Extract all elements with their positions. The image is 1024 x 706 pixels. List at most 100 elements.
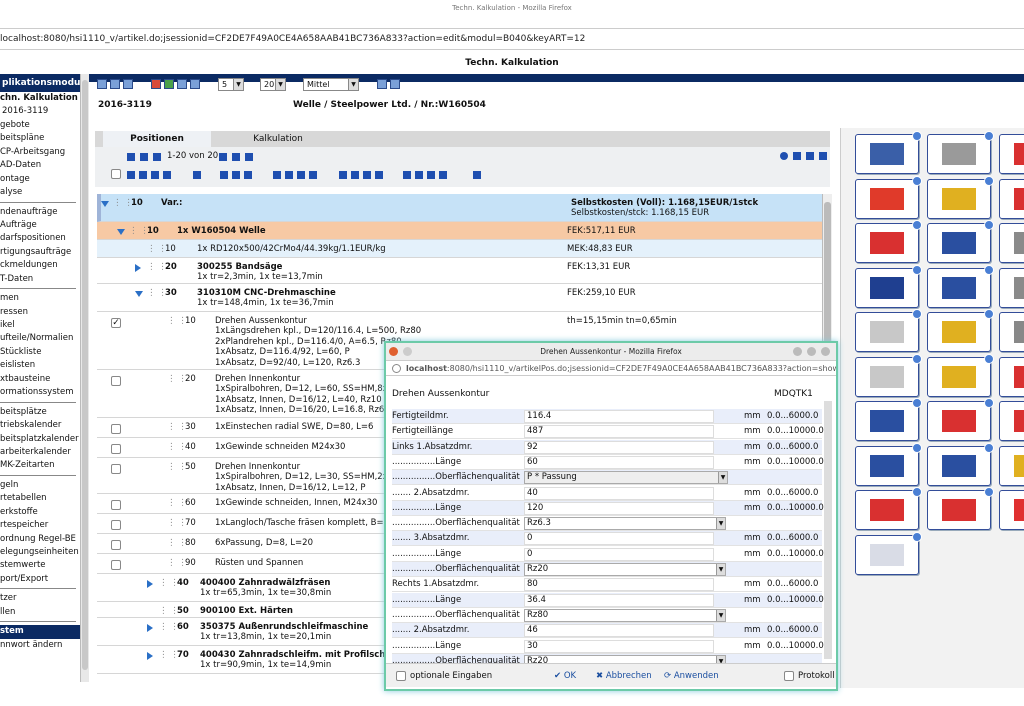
field-select[interactable]: Rz80 ▼ xyxy=(524,608,726,622)
row-checkbox[interactable] xyxy=(111,520,121,530)
url-bar[interactable]: localhost:8080/hsi1110_v/artikel.do;jses… xyxy=(0,28,1024,50)
sidebar-item[interactable]: eislisten xyxy=(0,359,80,372)
sidebar-item-selected[interactable]: stem xyxy=(0,625,80,639)
operation-tile[interactable] xyxy=(855,442,922,486)
tab-positionen[interactable]: Positionen xyxy=(103,131,211,147)
field-select[interactable]: Rz6.3 ▼ xyxy=(524,517,726,531)
table-row[interactable]: ⋮ ⋮ 20 300255 Bandsäge 1x tr=2,3min, 1x te=… xyxy=(97,258,822,284)
next-group-icon[interactable] xyxy=(232,153,240,161)
operation-tile[interactable] xyxy=(855,220,922,263)
row-checkbox[interactable]: ✓ xyxy=(111,318,121,328)
cancel-button[interactable]: ✖ Abbrechen xyxy=(596,664,652,688)
field-input[interactable]: 92 xyxy=(524,440,714,454)
drag-handle-icon[interactable]: ⋮ ⋮ xyxy=(167,538,187,549)
sidebar-item[interactable]: elegungseinheiten xyxy=(0,546,80,559)
operation-tile[interactable] xyxy=(999,267,1024,308)
move-up-icon[interactable] xyxy=(415,171,423,179)
field-select[interactable]: Rz20 ▼ xyxy=(524,563,726,576)
expand-icon[interactable] xyxy=(147,580,153,588)
sidebar-item[interactable]: ckmeldungen xyxy=(0,259,80,272)
operation-tile[interactable] xyxy=(855,398,922,441)
expand-icon[interactable] xyxy=(147,652,153,660)
move-down-icon[interactable] xyxy=(427,171,435,179)
field-select[interactable]: P * Passung ▼ xyxy=(524,471,728,485)
drag-handle-icon[interactable]: ⋮ ⋮ xyxy=(147,288,167,299)
info-icon[interactable] xyxy=(780,152,788,160)
sidebar-item[interactable]: tzer xyxy=(0,592,80,605)
sticky-icon[interactable] xyxy=(403,347,412,356)
sidebar-item[interactable]: ressen xyxy=(0,306,80,319)
sidebar-item[interactable]: nnwort ändern xyxy=(0,639,80,652)
print-icon[interactable] xyxy=(806,152,814,160)
operation-tile[interactable] xyxy=(999,178,1024,219)
sidebar-item[interactable]: ordnung Regel-BE xyxy=(0,533,80,546)
field-input[interactable]: 116.4 xyxy=(524,410,714,423)
ok-button[interactable]: ✔ OK xyxy=(554,664,576,688)
operation-tile[interactable] xyxy=(999,356,1024,397)
select-all-checkbox[interactable] xyxy=(111,169,121,179)
move-end-icon[interactable] xyxy=(439,171,447,179)
protocol-checkbox[interactable] xyxy=(784,671,794,681)
detail-icon[interactable] xyxy=(473,171,481,179)
field-input[interactable]: 0 xyxy=(524,547,714,561)
sidebar-item[interactable]: beitspläne xyxy=(0,132,80,145)
apply-button[interactable]: ⟳ Anwenden xyxy=(664,664,719,688)
table-row[interactable]: ⋮ ⋮ 10 1x W160504 Welle FEK:517,11 EUR xyxy=(97,222,822,240)
dialog-scrollbar[interactable] xyxy=(824,401,832,659)
save-close-icon[interactable] xyxy=(123,79,133,89)
drag-handle-icon[interactable]: ⋮ ⋮ xyxy=(113,198,133,209)
expand-icon[interactable] xyxy=(101,201,109,207)
sidebar-item[interactable]: chn. Kalkulation xyxy=(0,92,80,105)
sidebar-scrollbar[interactable] xyxy=(80,74,89,682)
sidebar-item[interactable]: darfspositionen xyxy=(0,232,80,245)
sidebar-item[interactable]: men xyxy=(0,292,80,305)
field-input[interactable]: 30 xyxy=(524,639,714,653)
scroll-thumb[interactable] xyxy=(82,80,88,670)
drag-handle-icon[interactable]: ⋮ ⋮ xyxy=(167,374,187,385)
operation-tile[interactable] xyxy=(855,309,922,352)
ruler-icon[interactable] xyxy=(363,171,371,179)
expand-icon[interactable] xyxy=(135,291,143,297)
drag-handle-icon[interactable]: ⋮ ⋮ xyxy=(167,518,187,529)
drag-handle-icon[interactable]: ⋮ ⋮ xyxy=(167,442,187,453)
operation-tile[interactable] xyxy=(855,487,922,530)
align-icon[interactable] xyxy=(403,171,411,179)
grid-icon[interactable] xyxy=(297,171,305,179)
chart-icon[interactable] xyxy=(339,171,347,179)
operation-tile[interactable] xyxy=(999,490,1024,530)
link-icon[interactable] xyxy=(244,171,252,179)
row-checkbox[interactable] xyxy=(111,560,121,570)
operation-tile[interactable] xyxy=(999,223,1024,263)
remove-icon[interactable] xyxy=(285,171,293,179)
sidebar-item[interactable]: rtigungsaufträge xyxy=(0,246,80,259)
sidebar-item[interactable]: T-Daten xyxy=(0,273,80,286)
table-icon[interactable] xyxy=(309,171,317,179)
field-input[interactable]: 60 xyxy=(524,455,714,469)
drag-handle-icon[interactable]: ⋮ ⋮ xyxy=(167,558,187,569)
sidebar-item[interactable]: geln xyxy=(0,479,80,492)
row-checkbox[interactable] xyxy=(111,464,121,474)
operation-tile[interactable] xyxy=(927,131,994,174)
minimize-button[interactable] xyxy=(793,347,802,356)
sidebar-item[interactable]: llen xyxy=(0,606,80,619)
operation-tile[interactable] xyxy=(927,398,994,441)
sidebar-item[interactable]: stemwerte xyxy=(0,559,80,572)
next-page-icon[interactable] xyxy=(219,153,227,161)
refresh-icon[interactable] xyxy=(377,79,387,89)
sidebar-item[interactable]: xtbausteine xyxy=(0,373,80,386)
prev-page-icon[interactable] xyxy=(153,153,161,161)
field-input[interactable]: 80 xyxy=(524,578,714,592)
operation-tile[interactable] xyxy=(855,175,922,219)
sidebar-item[interactable]: 2016-3119 xyxy=(0,105,80,118)
sidebar-item[interactable]: AD-Daten xyxy=(0,159,80,172)
sidebar-item[interactable]: beitsplätze xyxy=(0,406,80,419)
drag-handle-icon[interactable]: ⋮ ⋮ xyxy=(147,262,167,273)
expand-icon[interactable] xyxy=(135,264,141,272)
drag-handle-icon[interactable]: ⋮ ⋮ xyxy=(167,422,187,433)
new-icon[interactable] xyxy=(193,171,201,179)
operation-tile[interactable] xyxy=(855,131,922,174)
filter-icon[interactable] xyxy=(232,171,240,179)
level-select[interactable]: 5 ▼ xyxy=(218,78,244,91)
sidebar-item[interactable]: MK-Zeitarten xyxy=(0,459,80,472)
sidebar-item[interactable]: rtetabellen xyxy=(0,492,80,505)
